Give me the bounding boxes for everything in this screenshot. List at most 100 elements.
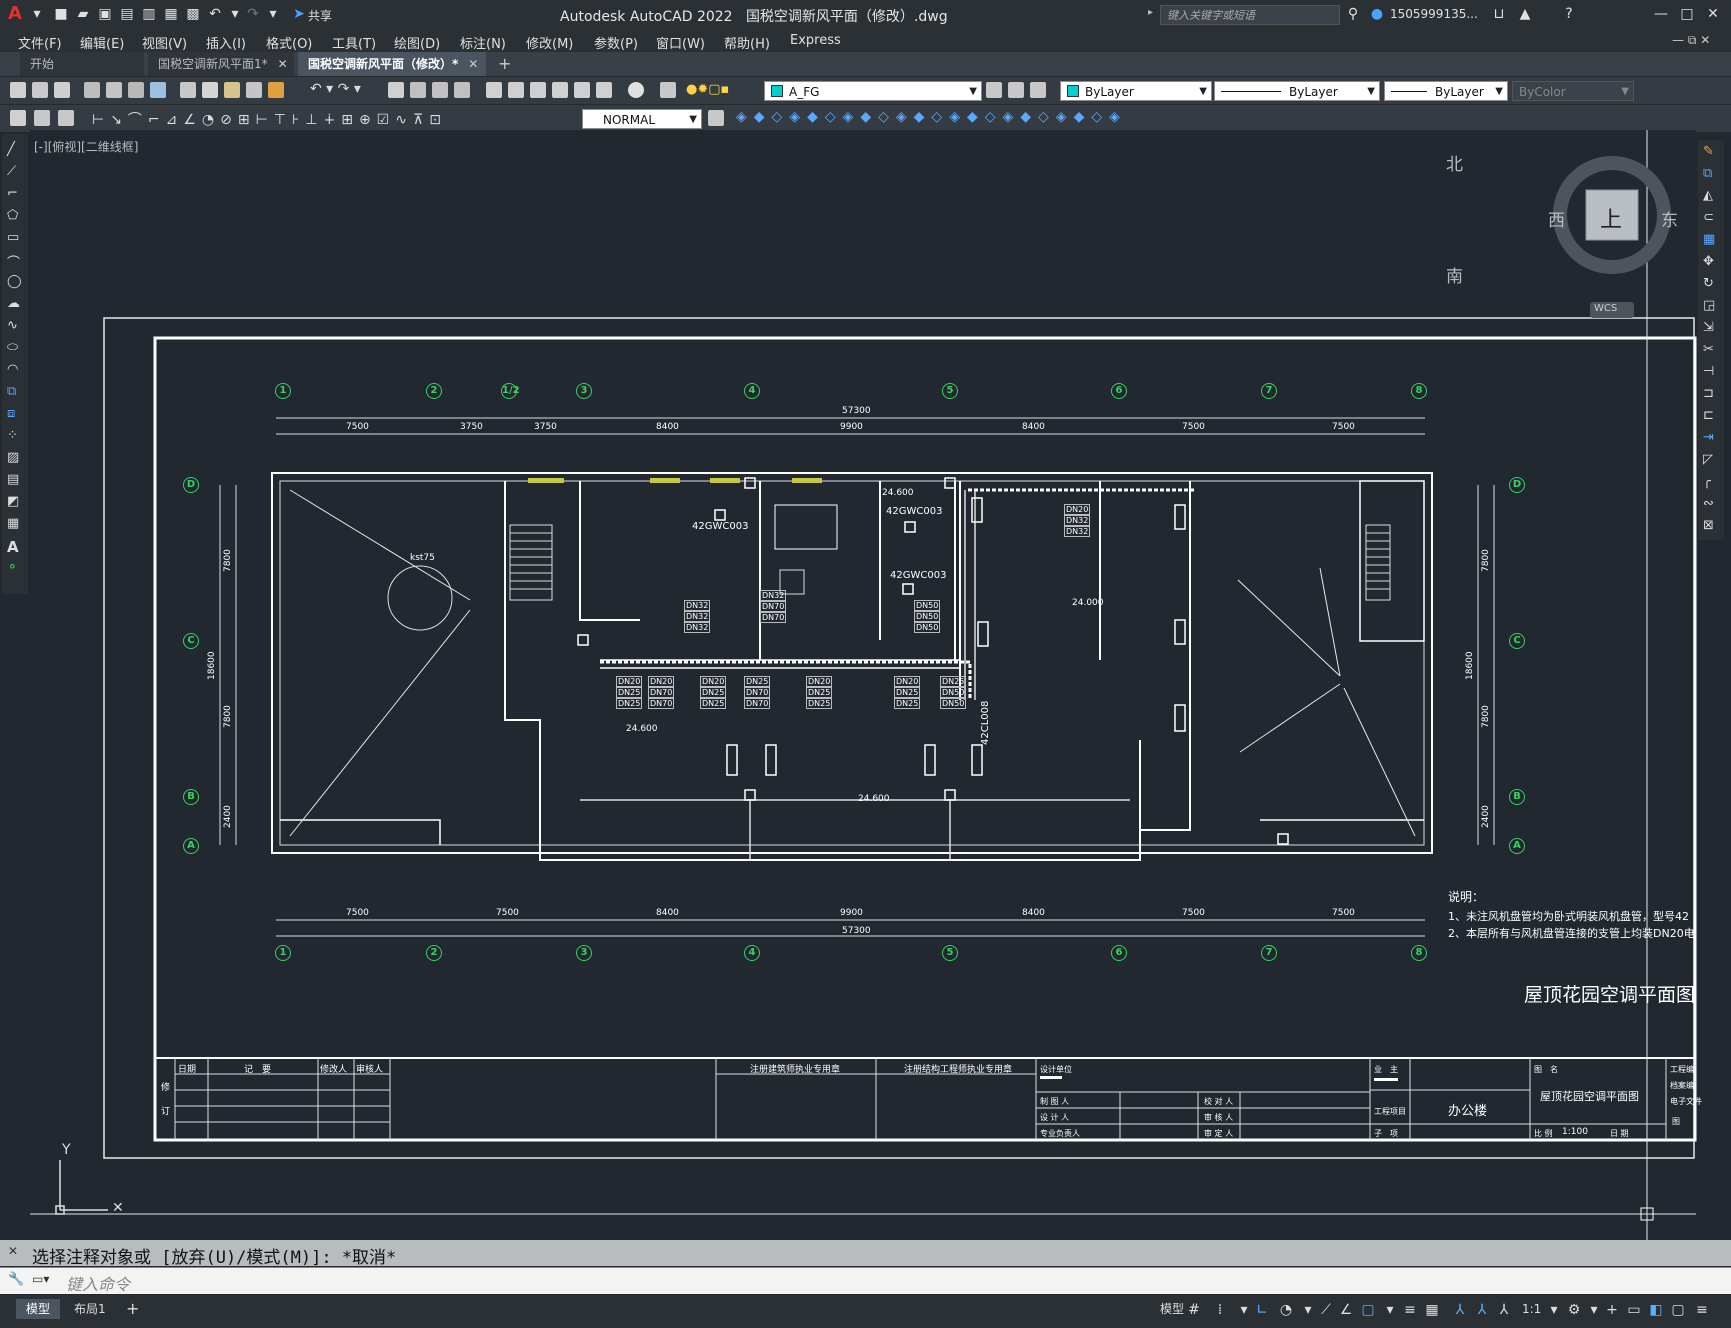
- roof-slope-2: [289, 609, 471, 837]
- pipe-size-label: DN32: [684, 611, 711, 622]
- grid-bubble-left: C: [183, 633, 199, 649]
- command-line[interactable]: 🔧 ▭▾ 键入命令: [0, 1267, 1731, 1294]
- dim-text-bottom: 9900: [840, 908, 863, 918]
- object-snap-icon[interactable]: ▢: [1360, 1302, 1376, 1318]
- lineweight-icon[interactable]: ≡: [1402, 1302, 1418, 1318]
- tb-scale-label: 比 例: [1534, 1129, 1553, 1138]
- grid-icon[interactable]: #: [1186, 1302, 1202, 1318]
- isodraft-icon[interactable]: ⟋: [1318, 1302, 1334, 1318]
- edge-steps: [280, 819, 1424, 845]
- osnap-dropdown-icon[interactable]: ▾: [1382, 1302, 1398, 1318]
- unit-label-3: 42GWC003: [890, 570, 947, 581]
- tank-label: kst75: [410, 553, 435, 563]
- pipe-size-label: DN25: [940, 676, 967, 687]
- pipe-size-label: DN70: [648, 687, 675, 698]
- tb-reviewer: 审核人: [356, 1065, 384, 1075]
- snap-icon[interactable]: ⁞: [1212, 1302, 1228, 1318]
- grid-bubble-right: D: [1509, 477, 1525, 493]
- scale-value[interactable]: 1:1: [1522, 1302, 1541, 1316]
- roof-slope-1: [289, 489, 471, 601]
- tab-layout1[interactable]: 布局1: [64, 1299, 116, 1319]
- dim-text-left: 2400: [223, 805, 233, 828]
- annotation-monitor-icon[interactable]: +: [1604, 1302, 1620, 1318]
- grid-bubble-bottom: 8: [1411, 945, 1427, 961]
- annotation-scale-icon[interactable]: ⅄: [1496, 1302, 1512, 1318]
- window-2: [650, 478, 680, 483]
- customization-icon[interactable]: ≡: [1694, 1302, 1710, 1318]
- polar-dropdown-icon[interactable]: ▾: [1300, 1302, 1316, 1318]
- dim-text-total-top: 57300: [842, 406, 871, 416]
- tb-title-label: 图 名: [1534, 1065, 1558, 1074]
- drawing-svg: [30, 130, 1697, 1240]
- workspace-gear-icon[interactable]: ⚙: [1566, 1302, 1582, 1318]
- pipe-size-label: DN25: [744, 676, 771, 687]
- tb-date: 日期: [178, 1065, 197, 1075]
- unit-label-4: 42CL008: [980, 700, 991, 745]
- command-history: ✕ 选择注释对象或 [放弃(U)/模式(M)]: *取消*: [0, 1240, 1731, 1268]
- dim-text-bottom: 7500: [1182, 908, 1205, 918]
- auto-scale-icon[interactable]: ⅄: [1474, 1302, 1490, 1318]
- grid-bubble-top: 5: [942, 383, 958, 399]
- dim-text-top: 7500: [346, 422, 369, 432]
- polar-tracking-icon[interactable]: ◔: [1278, 1302, 1294, 1318]
- grid-bubble-bottom: 2: [426, 945, 442, 961]
- pipe-size-label: DN25: [616, 698, 643, 709]
- dim-text-left-total: 18600: [207, 651, 217, 680]
- dim-text-top: 9900: [840, 422, 863, 432]
- pipe-size-label: DN20: [616, 676, 643, 687]
- pipe-size-label: DN25: [894, 687, 921, 698]
- sheet-inner-border: [153, 336, 1697, 1142]
- pipe-size-label: DN20: [648, 676, 675, 687]
- viewcube-west[interactable]: 西: [1548, 206, 1565, 231]
- pipe-size-label: DN50: [940, 687, 967, 698]
- tb-arch-seal: 注册建筑师执业专用章: [750, 1065, 841, 1075]
- dim-text-top: 7500: [1332, 422, 1355, 432]
- transparency-icon[interactable]: ▦: [1424, 1302, 1440, 1318]
- pipe-size-label: DN32: [1064, 515, 1091, 526]
- dim-text-bottom: 7500: [346, 908, 369, 918]
- viewcube-top-label[interactable]: 上: [1600, 202, 1622, 234]
- tb-checker: 校 对 人: [1204, 1097, 1234, 1106]
- add-layout-plus-icon[interactable]: +: [126, 1299, 139, 1318]
- ucs-icon: [55, 1160, 108, 1215]
- grid-bubble-top: 7: [1261, 383, 1277, 399]
- pipe-size-label: DN20: [894, 676, 921, 687]
- stair-right: [1365, 524, 1391, 601]
- pipe-size-label: DN32: [760, 590, 787, 601]
- grid-bubble-bottom: 3: [576, 945, 592, 961]
- viewcube-north[interactable]: 北: [1446, 150, 1463, 175]
- scale-dropdown-icon[interactable]: ▾: [1546, 1302, 1562, 1318]
- grid-bubble-bottom: 6: [1111, 945, 1127, 961]
- elev-4: 24.000: [1072, 598, 1104, 608]
- command-input[interactable]: 键入命令: [66, 1271, 130, 1295]
- pipe-size-label: DN70: [648, 698, 675, 709]
- unit-label-1: 42GWC003: [692, 521, 749, 532]
- tb-job-no: 工程编: [1670, 1065, 1694, 1074]
- tb-file-no: 档案编: [1670, 1081, 1694, 1090]
- object-snap-tracking-icon[interactable]: ∠: [1338, 1302, 1354, 1318]
- pipe-size-label: DN70: [744, 698, 771, 709]
- dim-text-bottom: 8400: [1022, 908, 1045, 918]
- isolate-objects-icon[interactable]: ◧: [1648, 1302, 1664, 1318]
- tab-model[interactable]: 模型: [16, 1299, 61, 1319]
- pipe-size-label: DN25: [616, 687, 643, 698]
- customize-wrench-icon[interactable]: 🔧: [8, 1272, 24, 1287]
- units-icon[interactable]: ▭: [1626, 1302, 1642, 1318]
- viewcube-east[interactable]: 东: [1661, 206, 1678, 231]
- dim-text-top: 3750: [460, 422, 483, 432]
- clean-screen-icon[interactable]: ▢: [1670, 1302, 1686, 1318]
- pipe-size-label: DN70: [760, 601, 787, 612]
- annotation-visibility-icon[interactable]: ⅄: [1452, 1302, 1468, 1318]
- tb-subitem: 子 项: [1374, 1129, 1398, 1138]
- elev-1: 24.600: [882, 488, 914, 498]
- viewcube-south[interactable]: 南: [1446, 262, 1463, 287]
- recent-commands-icon[interactable]: ▭▾: [32, 1272, 49, 1286]
- wcs-label[interactable]: WCS: [1594, 303, 1617, 314]
- ortho-icon[interactable]: ∟: [1254, 1302, 1270, 1318]
- grid-bubble-bottom: 7: [1261, 945, 1277, 961]
- snap-dropdown-icon[interactable]: ▾: [1236, 1302, 1252, 1318]
- close-command-icon[interactable]: ✕: [8, 1244, 18, 1258]
- window-3: [710, 478, 740, 483]
- workspace-dropdown-icon[interactable]: ▾: [1586, 1302, 1602, 1318]
- tb-date-label: 日 期: [1610, 1129, 1629, 1138]
